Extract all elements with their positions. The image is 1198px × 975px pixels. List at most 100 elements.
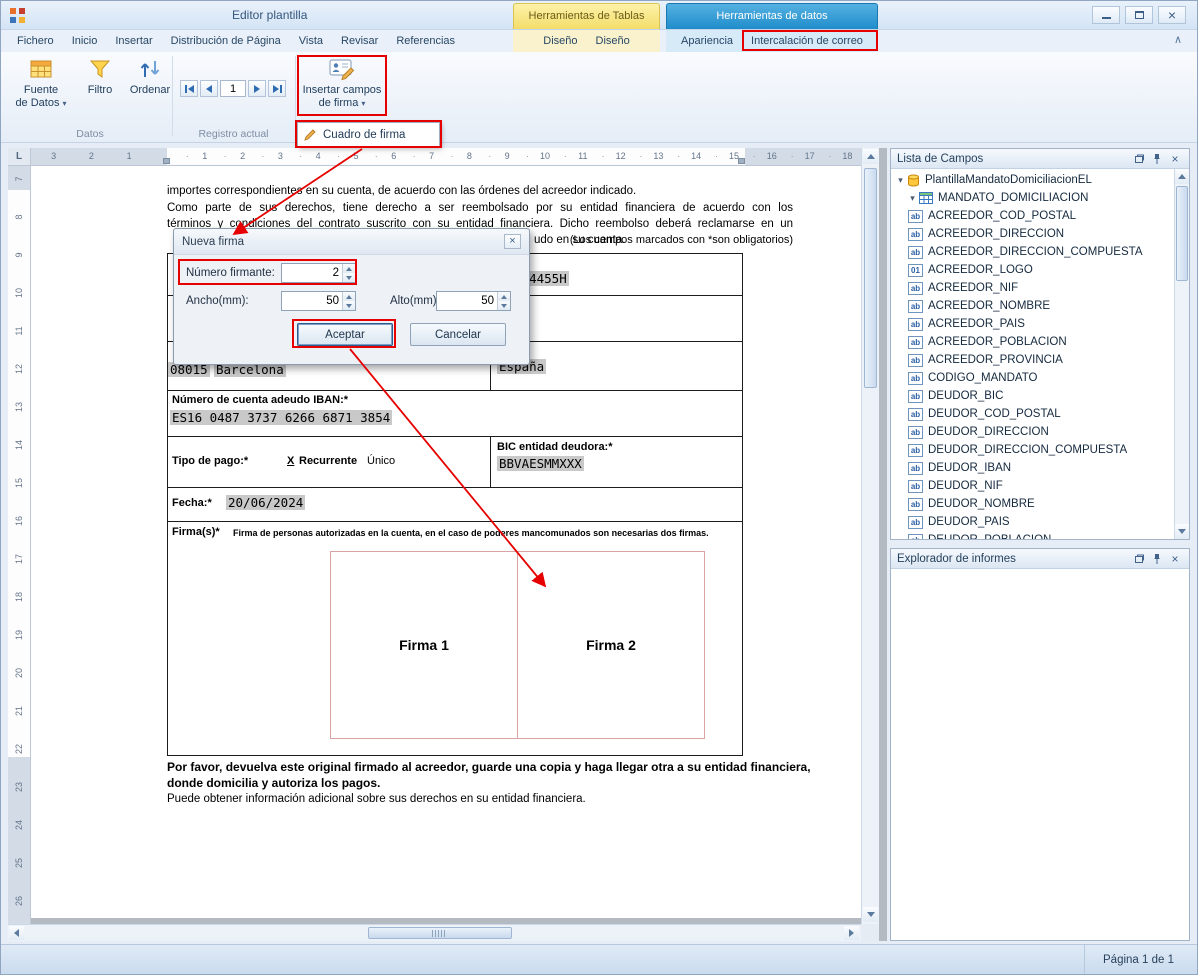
field-list-item[interactable]: ab ACREEDOR_DIRECCION_COMPUESTA [891,243,1174,261]
vertical-scrollbar[interactable] [861,148,879,924]
scroll-down-button[interactable] [863,907,878,922]
scroll-right-button[interactable] [844,926,859,940]
field-list-item[interactable]: ab DEUDOR_NOMBRE [891,495,1174,513]
field-list-item[interactable]: ab ACREEDOR_DIRECCION [891,225,1174,243]
maximize-panel-icon[interactable] [1131,551,1147,566]
field-list-item[interactable]: ab DEUDOR_DIRECCION [891,423,1174,441]
close-panel-icon[interactable]: × [1167,551,1183,566]
pin-panel-icon[interactable] [1149,551,1165,566]
ribbon-tab-contextual[interactable]: Diseño [534,30,586,52]
last-record-button[interactable] [268,80,286,97]
numero-firmante-input[interactable] [282,264,342,282]
dialog-title: Nueva firma [182,236,244,248]
field-list-item[interactable]: ab DEUDOR_BIC [891,387,1174,405]
minimize-icon [1102,17,1111,19]
next-record-button[interactable] [248,80,266,97]
tree-root-node[interactable]: ▾ PlantillaMandatoDomiciliacionEL [891,171,1174,189]
ribbon-tab[interactable]: Insertar [106,30,161,52]
tree-table-node[interactable]: ▾ MANDATO_DOMICILIACION [891,189,1174,207]
ribbon-tabs-data-tools: AparienciaIntercalación de correo [666,30,878,52]
previous-record-button[interactable] [200,80,218,97]
ancho-spinner[interactable] [342,292,355,310]
ruler-number: 12 [14,361,24,377]
field-list-item[interactable]: ab ACREEDOR_POBLACION [891,333,1174,351]
right-indent-marker[interactable] [738,158,745,164]
field-list-item[interactable]: ab DEUDOR_DIRECCION_COMPUESTA [891,441,1174,459]
close-button[interactable]: × [1158,6,1186,24]
ribbon-tab[interactable]: Fichero [8,30,63,52]
ribbon-tab-contextual[interactable]: Apariencia [672,30,742,52]
ribbon-tab[interactable]: Inicio [63,30,107,52]
field-name: ACREEDOR_NIF [928,282,1018,294]
current-record-input[interactable] [220,80,246,97]
ribbon-tab-contextual[interactable]: Intercalación de correo [742,30,872,52]
scroll-thumb[interactable] [1176,186,1188,281]
field-list-panel: Lista de Campos × ▾ PlantillaMandatoDomi… [890,148,1190,540]
field-list-item[interactable]: ab ACREEDOR_PROVINCIA [891,351,1174,369]
scroll-up-button[interactable] [863,149,878,164]
field-list-item[interactable]: ab ACREEDOR_PAIS [891,315,1174,333]
sort-label: Ordenar [130,84,170,97]
insert-signature-fields-button[interactable]: Insertar campos de firma ▾ [300,56,384,110]
maximize-button[interactable] [1125,6,1153,24]
ribbon-tab[interactable]: Distribución de Página [162,30,290,52]
field-list-item[interactable]: ab CODIGO_MANDATO [891,369,1174,387]
field-list-header: Lista de Campos × [891,149,1189,169]
ruler-number: 11 [573,151,593,161]
ruler-number: 11 [14,323,24,339]
vertical-scroll-thumb[interactable] [864,168,877,388]
field-name: ACREEDOR_POBLACION [928,336,1067,348]
field-list-item[interactable]: ab DEUDOR_PAIS [891,513,1174,531]
field-name: DEUDOR_PAIS [928,516,1010,528]
first-record-button[interactable] [180,80,198,97]
maximize-panel-icon[interactable] [1131,151,1147,166]
template-editor-window: { "colors": { "annotation_red": "#e60000… [0,0,1198,975]
cancelar-button[interactable]: Cancelar [410,323,506,346]
alto-input[interactable] [437,292,497,310]
sort-button[interactable]: Ordenar [126,56,174,97]
ribbon-tab-contextual[interactable]: Diseño [587,30,639,52]
field-list-item[interactable]: ab ACREEDOR_COD_POSTAL [891,207,1174,225]
field-list-item[interactable]: ab ACREEDOR_NIF [891,279,1174,297]
field-list-item[interactable]: ab ACREEDOR_NOMBRE [891,297,1174,315]
field-list-item[interactable]: ab DEUDOR_IBAN [891,459,1174,477]
field-name: ACREEDOR_NOMBRE [928,300,1050,312]
ribbon-tab[interactable]: Vista [290,30,332,52]
ruler-number: 16 [762,151,782,161]
ribbon-tab[interactable]: Referencias [387,30,464,52]
table-node-icon [919,192,933,204]
contextual-group-table-tools: Herramientas de Tablas [513,3,660,29]
minimize-button[interactable] [1092,6,1120,24]
scroll-left-button[interactable] [9,926,24,940]
ruler-number: 6 [384,151,404,161]
datasource-button[interactable]: Fuente de Datos ▾ [12,56,70,110]
horizontal-scroll-thumb[interactable] [368,927,512,939]
field-list-item[interactable]: ab DEUDOR_NIF [891,477,1174,495]
field-list-scrollbar[interactable] [1174,169,1189,539]
numero-spinner[interactable] [342,264,355,282]
ancho-input[interactable] [282,292,342,310]
field-list-item[interactable]: 01 ACREEDOR_LOGO [891,261,1174,279]
tab-selector[interactable]: L [8,148,31,166]
dialog-titlebar[interactable]: Nueva firma × [174,229,529,255]
ruler-number: 19 [14,627,24,643]
field-list-item[interactable]: ab DEUDOR_COD_POSTAL [891,405,1174,423]
collapse-ribbon-icon[interactable]: ∧ [1174,33,1182,46]
scroll-up-button[interactable] [1175,169,1189,184]
ribbon-tab[interactable]: Revisar [332,30,387,52]
chevron-down-icon[interactable]: ▾ [906,193,919,204]
filter-button[interactable]: Filtro [78,56,122,97]
horizontal-scrollbar[interactable] [8,924,861,941]
left-indent-marker[interactable] [163,158,170,164]
chevron-down-icon[interactable]: ▾ [894,175,907,186]
scroll-down-button[interactable] [1175,524,1189,539]
field-list-item[interactable]: ab DEUDOR_POBLACION [891,531,1174,539]
alto-spinner[interactable] [497,292,510,310]
ruler-number: 13 [648,151,668,161]
close-panel-icon[interactable]: × [1167,151,1183,166]
menu-item-cuadro-de-firma[interactable]: Cuadro de firma [323,129,405,141]
field-type-icon: ab [908,534,923,540]
aceptar-button[interactable]: Aceptar [297,323,393,346]
pin-panel-icon[interactable] [1149,151,1165,166]
dialog-close-button[interactable]: × [504,234,521,249]
